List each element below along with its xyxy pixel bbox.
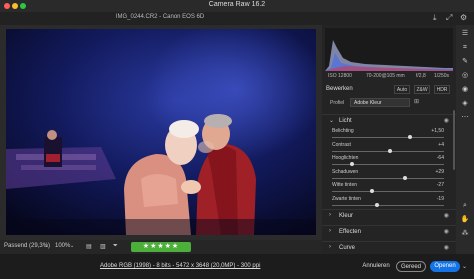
slider-row: Witte tinten -27 [330,182,444,196]
slider-track[interactable] [332,191,444,192]
slider-row: Contrast +4 [330,142,444,156]
file-info: IMG_0244.CR2 - Canon EOS 6D [115,14,205,20]
profile-select[interactable]: Adobe Kleur [350,98,410,107]
slider-track[interactable] [332,204,444,206]
slider-label: Zwarte tinten [332,195,361,202]
section-effects-label: Effecten [339,229,361,235]
slider-value-input[interactable]: +1,50 [431,128,444,134]
split-view-icon[interactable]: ▥ [100,243,106,250]
presets-icon[interactable]: ◈ [460,99,470,109]
redeye-icon[interactable]: ◉ [460,85,470,95]
done-button[interactable]: Gereed [396,261,426,272]
cancel-button[interactable]: Annuleren [357,261,395,272]
profile-label: Profiel [330,100,345,106]
sampler-icon[interactable]: ⁂ [460,229,470,239]
slider-thumb[interactable] [350,162,355,166]
slider-track[interactable] [332,137,444,138]
slider-row: Hooglichten -64 [330,155,444,169]
zoom-mode-chevron-icon[interactable]: ⌄ [44,243,48,249]
slider-value-input[interactable]: +29 [436,169,444,175]
slider-thumb[interactable] [402,175,407,180]
chevron-right-icon: › [329,244,331,250]
photo-preview [6,29,316,235]
hand-icon[interactable]: ✋ [460,215,470,225]
slider-thumb[interactable] [408,135,413,139]
eye-icon[interactable]: ◉ [444,117,449,124]
slider-row: Schaduwen +29 [330,169,444,183]
histogram [325,28,453,71]
window-title: Camera Raw 16.2 [208,1,266,8]
slider-track[interactable] [332,164,444,165]
zoom-icon[interactable]: ⌕ [460,201,470,211]
panel-heading: Bewerken [326,86,353,92]
image-canvas[interactable] [0,25,322,240]
slider-label: Belichting [332,128,354,134]
panel-scrollbar[interactable] [453,110,455,170]
section-color[interactable]: › Kleur ◉ [322,209,456,221]
section-curve[interactable]: › Curve ◉ [322,241,456,253]
slider-row: Zwarte tinten -19 [330,196,444,210]
slider-value-input[interactable]: -27 [437,182,444,188]
tab-auto[interactable]: Auto [394,85,410,94]
crop-icon[interactable]: ⌗ [460,43,470,53]
section-effects[interactable]: › Effecten ◉ [322,225,456,237]
open-options-chevron-icon[interactable]: ⌄ [462,263,467,270]
slider-thumb[interactable] [388,148,393,153]
section-light[interactable]: ⌄ Licht ◉ [322,114,456,126]
slider-label: Hooglichten [332,155,359,161]
slider-label: Contrast [332,141,351,148]
mask-icon[interactable]: ◎ [460,71,470,81]
edit-panel: ISO 12800 70-200@105 mm f/2,8 1/250s Bew… [322,25,456,254]
brush-icon[interactable]: ✎ [460,57,470,67]
tool-strip: ☰ ⌗ ✎ ◎ ◉ ◈ ⋯ ⌕ ✋ ⁂ [456,25,474,254]
slider-value-input[interactable]: -19 [437,196,444,202]
section-curve-label: Curve [339,245,356,251]
slider-thumb[interactable] [374,202,379,207]
tab-hdr[interactable]: HDR [434,85,450,94]
footer-bar: Adobe RGB (1998) - 8 bits - 5472 x 3648 … [0,254,474,279]
slider-thumb[interactable] [370,189,375,193]
eye-icon[interactable]: ◉ [444,212,449,219]
eye-icon[interactable]: ◉ [444,244,449,251]
exif-lens: 70-200@105 mm [366,73,405,79]
slider-track[interactable] [332,177,444,179]
zoom-level-chevron-icon[interactable]: ⌄ [70,243,74,249]
zoom-level-select[interactable]: 100% [55,243,70,249]
expand-icon[interactable]: ⤢ [446,13,452,23]
slider-label: Witte tinten [332,182,358,188]
exif-aperture: f/2,8 [416,73,426,79]
slider-label: Schaduwen [332,168,359,175]
section-color-label: Kleur [339,213,354,219]
save-icon[interactable]: ⤓ [433,13,437,23]
edit-sliders-icon[interactable]: ☰ [460,29,470,39]
eye-icon[interactable]: ◉ [444,228,449,235]
slider-value-input[interactable]: +4 [438,142,444,148]
star-rating[interactable]: ★★★★★ [131,242,191,252]
chevron-down-icon: ⌄ [329,118,335,124]
more-icon[interactable]: ⋯ [460,113,470,123]
settings-icon[interactable]: ⚙ [460,13,467,22]
filter-icon[interactable]: ⏷ [113,243,118,250]
workflow-options-link[interactable]: Adobe RGB (1998) - 8 bits - 5472 x 3648 … [100,263,260,269]
chevron-right-icon: › [329,228,331,234]
tab-black-white[interactable]: Z&W [414,85,430,94]
compare-view-icon[interactable]: ▤ [86,243,92,250]
section-light-label: Licht [339,118,352,124]
open-button[interactable]: Openen [430,261,460,272]
file-bar: IMG_0244.CR2 - Canon EOS 6D ⤓ ⤢ ⚙ [0,12,474,25]
exif-shutter: 1/250s [434,73,450,79]
exif-iso: ISO 12800 [328,73,352,79]
title-bar: Camera Raw 16.2 [0,0,474,12]
slider-value-input[interactable]: -64 [437,155,444,161]
profile-browse-icon[interactable]: ⊞ [414,98,419,105]
slider-row: Belichting +1,50 [330,128,444,142]
chevron-right-icon: › [329,212,331,218]
